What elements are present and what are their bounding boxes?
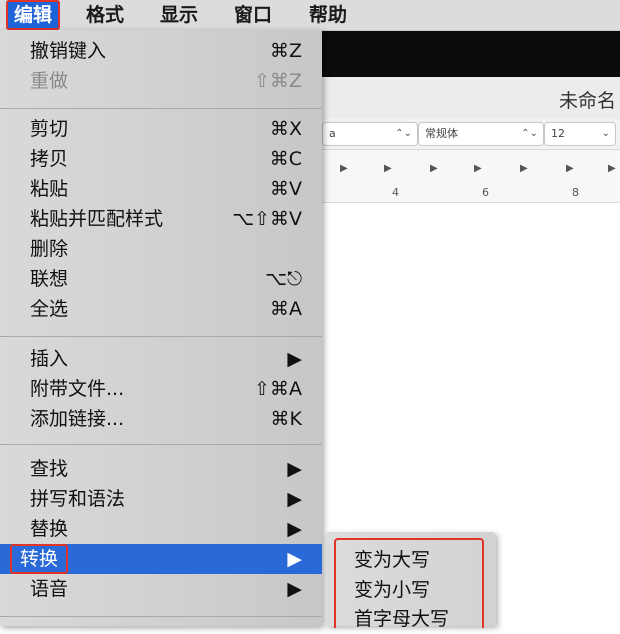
menu-item-label: 全选: [30, 298, 69, 320]
menubar-window[interactable]: 窗口: [234, 0, 272, 30]
font-style-value: 常规体: [425, 127, 458, 140]
submenu-item-lowercase[interactable]: 变为小写: [354, 575, 430, 605]
font-size-select[interactable]: 12 ⌄: [544, 122, 616, 146]
submenu-item-capitalize[interactable]: 首字母大写: [354, 604, 449, 634]
menu-item-substitutions[interactable]: 替换 ▶: [0, 514, 322, 544]
document-title: 未命名: [558, 90, 616, 112]
shortcut: ⌘K: [270, 408, 302, 430]
menu-item-paste-match-style[interactable]: 粘贴并匹配样式 ⌥⇧⌘V: [0, 204, 322, 234]
shortcut: ⌥⇧⌘V: [232, 208, 302, 230]
menu-item-label: 粘贴: [30, 178, 69, 200]
select-stepper-icon: ⌃⌄: [521, 128, 538, 139]
submenu-arrow-icon: ▶: [287, 348, 302, 370]
ruler-number: 8: [572, 186, 579, 199]
menu-item-add-link[interactable]: 添加链接... ⌘K: [0, 404, 322, 434]
menu-item-label: 替换: [30, 518, 69, 540]
menu-item-label: 撤销键入: [30, 40, 107, 62]
menu-item-label: 查找: [30, 458, 69, 480]
shortcut: ⇧⌘Z: [254, 70, 302, 92]
tab-stop-icon[interactable]: ▶: [608, 163, 616, 174]
menubar-help[interactable]: 帮助: [309, 0, 347, 30]
shortcut: ⌘V: [270, 178, 302, 200]
menu-item-transformations[interactable]: 转换 ▶: [0, 544, 322, 574]
tab-stop-icon[interactable]: ▶: [474, 163, 482, 174]
menu-item-label: 插入: [30, 348, 69, 370]
font-size-value: 12: [551, 127, 565, 140]
chevron-down-icon: ⌄: [601, 128, 610, 139]
menu-item-label: 粘贴并匹配样式: [30, 208, 164, 230]
menu-separator: [0, 444, 322, 445]
shortcut: ⌘Z: [269, 40, 302, 62]
menu-item-copy[interactable]: 拷贝 ⌘C: [0, 144, 322, 174]
menu-item-select-all[interactable]: 全选 ⌘A: [0, 294, 322, 324]
shortcut: ⌘C: [269, 148, 302, 170]
tab-stop-icon[interactable]: ▶: [566, 163, 574, 174]
ruler-number: 4: [392, 186, 399, 199]
menu-item-label: 联想: [30, 268, 69, 290]
menu-item-label: 转换: [10, 544, 69, 574]
menu-separator: [0, 336, 322, 337]
font-family-select[interactable]: a ⌃⌄: [322, 122, 418, 146]
menu-item-redo: 重做 ⇧⌘Z: [0, 66, 322, 96]
menu-item-label: 删除: [30, 238, 69, 260]
menu-item-spelling-grammar[interactable]: 拼写和语法 ▶: [0, 484, 322, 514]
submenu-arrow-icon: ▶: [287, 458, 302, 480]
submenu-arrow-icon: ▶: [287, 488, 302, 510]
shortcut: ⌥⎋: [265, 268, 302, 290]
menu-item-label: 语音: [30, 578, 69, 600]
menubar-view[interactable]: 显示: [160, 0, 198, 30]
menu-item-paste[interactable]: 粘贴 ⌘V: [0, 174, 322, 204]
font-family-value: a: [329, 127, 336, 140]
menu-item-speech[interactable]: 语音 ▶: [0, 574, 322, 604]
menu-separator: [0, 616, 322, 617]
submenu-arrow-icon: ▶: [287, 548, 302, 570]
menu-item-label: 拷贝: [30, 148, 69, 170]
select-stepper-icon: ⌃⌄: [395, 128, 412, 139]
shortcut: ⌘X: [269, 118, 302, 140]
submenu-arrow-icon: ▶: [287, 518, 302, 540]
menu-item-label: 剪切: [30, 118, 69, 140]
menu-separator: [0, 108, 322, 109]
font-style-select[interactable]: 常规体 ⌃⌄: [418, 122, 544, 146]
shortcut: ⌘A: [270, 298, 302, 320]
tab-stop-icon[interactable]: ▶: [340, 163, 348, 174]
submenu-arrow-icon: ▶: [287, 578, 302, 600]
menu-item-label: 附带文件...: [30, 378, 125, 400]
menubar-edit[interactable]: 编辑: [6, 0, 61, 30]
menu-item-cut[interactable]: 剪切 ⌘X: [0, 114, 322, 144]
menu-item-complete[interactable]: 联想 ⌥⎋: [0, 264, 322, 294]
menu-item-attach-file[interactable]: 附带文件... ⇧⌘A: [0, 374, 322, 404]
menubar-format[interactable]: 格式: [86, 0, 124, 30]
submenu-item-uppercase[interactable]: 变为大写: [354, 545, 430, 575]
tab-stop-icon[interactable]: ▶: [520, 163, 528, 174]
shortcut: ⇧⌘A: [254, 378, 302, 400]
tab-stop-icon[interactable]: ▶: [430, 163, 438, 174]
menu-item-undo[interactable]: 撤销键入 ⌘Z: [0, 36, 322, 66]
ruler-number: 6: [482, 186, 489, 199]
menu-item-delete[interactable]: 删除: [0, 234, 322, 264]
menu-item-insert[interactable]: 插入 ▶: [0, 344, 322, 374]
tab-stop-icon[interactable]: ▶: [384, 163, 392, 174]
menu-bar: 编辑 格式 显示 窗口 帮助: [0, 0, 620, 31]
menu-item-label: 添加链接...: [30, 408, 125, 430]
menu-item-find[interactable]: 查找 ▶: [0, 454, 322, 484]
menu-item-label: 重做: [30, 70, 69, 92]
edit-menu: 撤销键入 ⌘Z 重做 ⇧⌘Z 剪切 ⌘X 拷贝 ⌘C 粘贴 ⌘V 粘贴并匹配样式…: [0, 30, 322, 626]
menu-item-label: 拼写和语法: [30, 488, 126, 510]
